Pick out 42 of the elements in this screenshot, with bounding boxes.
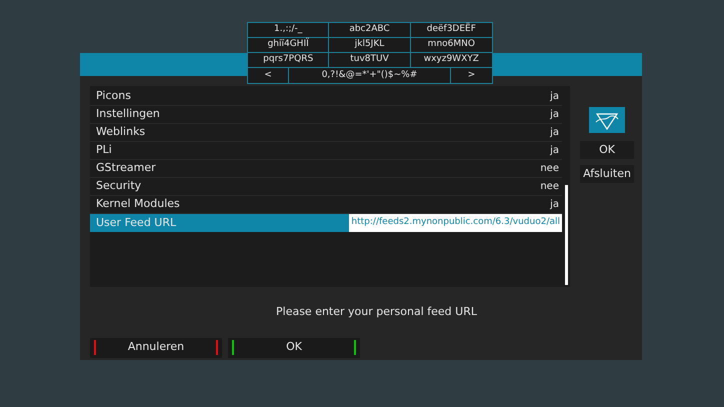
- side-button[interactable]: Afsluiten: [580, 165, 634, 183]
- scrollbar[interactable]: [565, 185, 568, 285]
- setting-value: ja: [550, 144, 560, 158]
- setting-label: GStreamer: [96, 160, 157, 176]
- dialog-button[interactable]: OK: [228, 338, 360, 358]
- keyboard-key[interactable]: abc2ABC: [329, 23, 411, 37]
- keyboard-key[interactable]: mno6MNO: [410, 38, 492, 52]
- setting-value: nee: [540, 180, 560, 194]
- hint-text: Please enter your personal feed URL: [275, 304, 478, 320]
- keyboard-key[interactable]: pqrs7PQRS: [248, 53, 330, 67]
- keyboard-key[interactable]: >: [451, 68, 492, 83]
- setting-label: Weblinks: [96, 124, 146, 140]
- settings-row[interactable]: GStreamer nee: [90, 160, 562, 178]
- dialog-button[interactable]: Annuleren: [90, 338, 222, 358]
- setting-value: ja: [550, 108, 560, 122]
- settings-row[interactable]: Instellingen ja: [90, 106, 562, 124]
- setting-label: Picons: [96, 88, 132, 104]
- logo-icon: [589, 107, 625, 133]
- setting-value: ja: [550, 198, 560, 212]
- setting-value: ja: [550, 90, 560, 104]
- keyboard-key[interactable]: 1.,:;/-_: [248, 23, 330, 37]
- url-input-field[interactable]: http://feeds2.mynonpublic.com/6.3/vuduo2/all: [349, 214, 562, 232]
- keyboard-key[interactable]: jkl5JKL: [329, 38, 411, 52]
- settings-row[interactable]: PLi ja: [90, 142, 562, 160]
- keyboard-key[interactable]: ghiï4GHIÏ: [248, 38, 330, 52]
- keyboard-key[interactable]: wxyz9WXYZ: [410, 53, 492, 67]
- side-button[interactable]: OK: [580, 141, 634, 159]
- setting-label: Security: [96, 178, 142, 194]
- keyboard-key[interactable]: <: [248, 68, 289, 83]
- settings-row[interactable]: User Feed URL http://feeds2.mynonpublic.com/6.3/vuduo2/all: [90, 214, 562, 232]
- setting-value: nee: [540, 162, 560, 176]
- setting-label: Instellingen: [96, 106, 161, 122]
- setting-label: User Feed URL: [96, 214, 178, 231]
- keyboard-key[interactable]: tuv8TUV: [329, 53, 411, 67]
- setting-value: ja: [550, 126, 560, 140]
- keyboard-key[interactable]: 0,?!&@=*'+"()$~%#: [289, 68, 451, 83]
- keyboard-key[interactable]: deëf3DEËF: [410, 23, 492, 37]
- setting-label: PLi: [96, 142, 113, 158]
- settings-row[interactable]: Security nee: [90, 178, 562, 196]
- setting-label: Kernel Modules: [96, 196, 181, 212]
- settings-row[interactable]: Picons ja: [90, 88, 562, 106]
- settings-row[interactable]: Weblinks ja: [90, 124, 562, 142]
